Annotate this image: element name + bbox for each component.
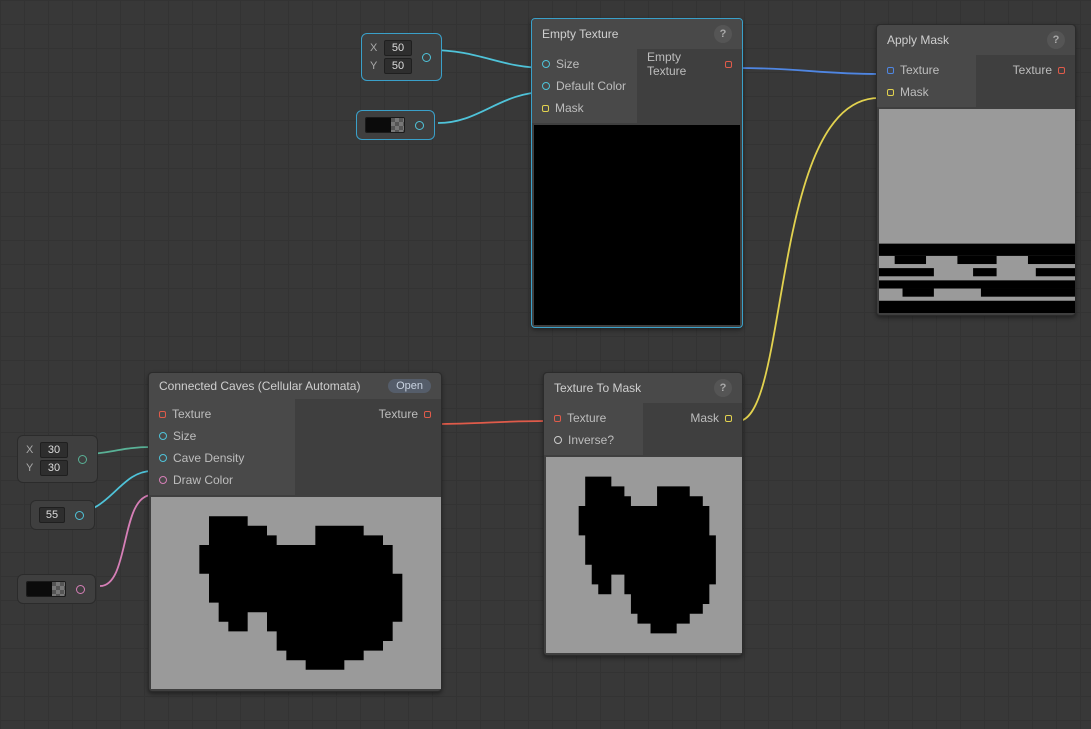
port-in-default-color[interactable]: Default Color — [532, 75, 637, 97]
color-input-draw[interactable] — [17, 574, 96, 604]
port-in-size[interactable]: Size — [532, 53, 637, 75]
texture-preview — [879, 109, 1075, 313]
node-header[interactable]: Texture To Mask ? — [544, 373, 742, 403]
port-in-inverse[interactable]: Inverse? — [544, 429, 643, 451]
port-out-texture[interactable]: Texture — [1003, 59, 1075, 81]
help-icon[interactable]: ? — [1047, 31, 1065, 49]
output-socket[interactable] — [76, 585, 85, 594]
open-button[interactable]: Open — [388, 379, 431, 393]
output-socket[interactable] — [78, 455, 87, 464]
x-label: X — [370, 42, 380, 54]
y-label: Y — [26, 462, 36, 474]
color-input-default[interactable] — [356, 110, 435, 140]
density-field[interactable] — [39, 507, 65, 523]
float-input-density[interactable] — [30, 500, 95, 530]
output-socket[interactable] — [415, 121, 424, 130]
port-in-texture[interactable]: Texture — [544, 407, 643, 429]
port-in-texture[interactable]: Texture — [149, 403, 295, 425]
node-connected-caves[interactable]: Connected Caves (Cellular Automata) Open… — [148, 372, 442, 692]
node-header[interactable]: Empty Texture ? — [532, 19, 742, 49]
node-header[interactable]: Connected Caves (Cellular Automata) Open — [149, 373, 441, 399]
texture-preview — [534, 125, 740, 325]
port-in-size[interactable]: Size — [149, 425, 295, 447]
port-in-mask[interactable]: Mask — [877, 81, 976, 103]
port-out-texture[interactable]: Texture — [369, 403, 441, 425]
node-title: Apply Mask — [887, 33, 949, 47]
port-in-texture[interactable]: Texture — [877, 59, 976, 81]
output-socket[interactable] — [75, 511, 84, 520]
node-texture-to-mask[interactable]: Texture To Mask ? Texture Inverse? Mask — [543, 372, 743, 656]
port-out-empty-texture[interactable]: Empty Texture — [637, 53, 742, 75]
node-empty-texture[interactable]: Empty Texture ? Size Default Color Mask … — [531, 18, 743, 328]
output-socket[interactable] — [422, 53, 431, 62]
help-icon[interactable]: ? — [714, 379, 732, 397]
node-title: Texture To Mask — [554, 381, 641, 395]
x-field[interactable] — [40, 442, 68, 458]
x-field[interactable] — [384, 40, 412, 56]
node-header[interactable]: Apply Mask ? — [877, 25, 1075, 55]
y-field[interactable] — [40, 460, 68, 476]
port-out-mask[interactable]: Mask — [680, 407, 742, 429]
y-field[interactable] — [384, 58, 412, 74]
node-title: Connected Caves (Cellular Automata) — [159, 379, 360, 393]
x-label: X — [26, 444, 36, 456]
color-swatch[interactable] — [26, 581, 66, 597]
vector2-input-cave-size[interactable]: X Y — [17, 435, 98, 483]
node-title: Empty Texture — [542, 27, 618, 41]
node-apply-mask[interactable]: Apply Mask ? Texture Mask Texture — [876, 24, 1076, 316]
port-in-mask[interactable]: Mask — [532, 97, 637, 119]
vector2-input-size[interactable]: X Y — [361, 33, 442, 81]
color-swatch[interactable] — [365, 117, 405, 133]
y-label: Y — [370, 60, 380, 72]
port-in-draw-color[interactable]: Draw Color — [149, 469, 295, 491]
texture-preview — [151, 497, 441, 689]
mask-preview — [546, 457, 742, 653]
help-icon[interactable]: ? — [714, 25, 732, 43]
port-in-cave-density[interactable]: Cave Density — [149, 447, 295, 469]
